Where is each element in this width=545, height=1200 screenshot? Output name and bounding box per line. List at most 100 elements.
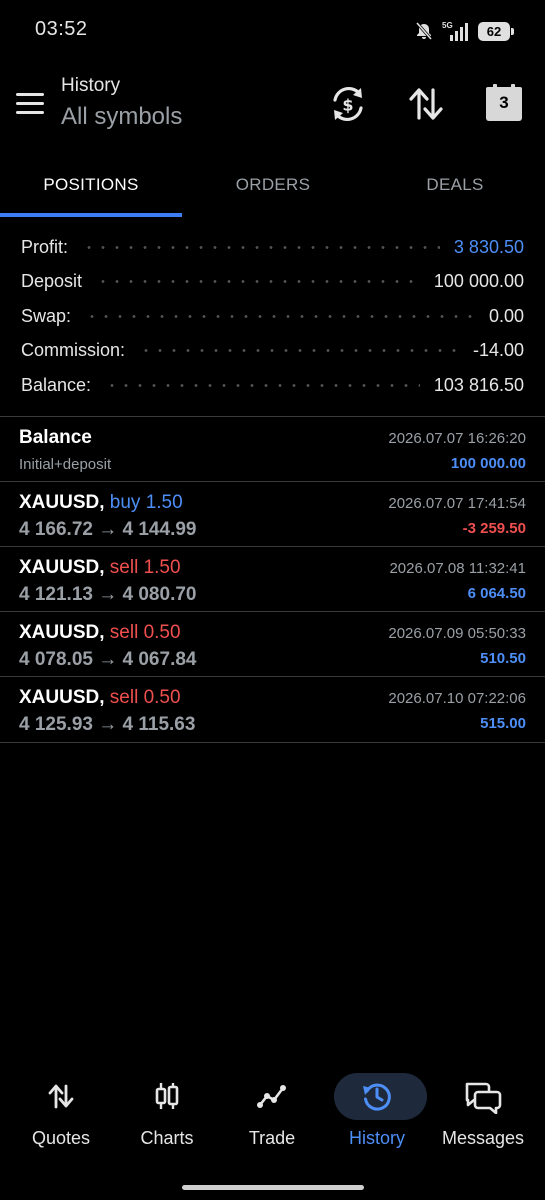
summary-swap: Swap: 0.00 xyxy=(0,299,545,334)
nav-trade[interactable]: Trade xyxy=(217,1068,327,1168)
nav-label: Charts xyxy=(140,1128,194,1148)
summary-value: 100 000.00 xyxy=(433,271,524,292)
position-side: sell 0.50 xyxy=(109,687,181,708)
menu-button[interactable] xyxy=(16,93,44,115)
balance-title: Balance xyxy=(19,427,92,448)
home-indicator[interactable] xyxy=(182,1185,364,1190)
battery-level: 62 xyxy=(486,23,502,39)
dot-leader xyxy=(82,245,440,249)
summary-profit: Profit: 3 830.50 xyxy=(0,230,545,265)
tab-orders[interactable]: ORDERS xyxy=(182,155,364,215)
summary-commission: Commission: -14.00 xyxy=(0,334,545,369)
row-title: XAUUSD, sell 0.50 xyxy=(19,687,181,709)
row-amount: 100 000.00 xyxy=(450,455,526,472)
battery-icon: 62 xyxy=(478,21,514,41)
position-side: buy 1.50 xyxy=(109,492,183,513)
summary-balance: Balance: 103 816.50 xyxy=(0,368,545,403)
row-amount: -3 259.50 xyxy=(462,520,526,537)
position-row[interactable]: XAUUSD, sell 0.50 4 078.05 → 4 067.84 20… xyxy=(0,612,545,676)
header-titles: History All symbols xyxy=(61,75,182,131)
row-date: 2026.07.07 17:41:54 xyxy=(388,495,526,512)
position-prices: 4 121.13 → 4 080.70 xyxy=(19,584,197,605)
quotes-icon xyxy=(48,1084,74,1109)
hamburger-icon xyxy=(16,93,44,96)
summary-label: Balance: xyxy=(21,374,92,395)
active-tab-indicator xyxy=(0,213,182,217)
tab-positions[interactable]: POSITIONS xyxy=(0,155,182,215)
summary-label: Commission: xyxy=(21,340,126,361)
row-amount: 6 064.50 xyxy=(467,585,526,602)
position-row[interactable]: XAUUSD, sell 0.50 4 125.93 → 4 115.63 20… xyxy=(0,677,545,741)
signal-icon: 5G xyxy=(442,21,468,41)
app-header: History All symbols $ 3 xyxy=(0,60,545,145)
dot-leader xyxy=(85,314,475,318)
tab-bar: POSITIONS ORDERS DEALS xyxy=(0,155,545,218)
summary-value: -14.00 xyxy=(472,340,524,361)
row-title: XAUUSD, sell 0.50 xyxy=(19,622,181,644)
summary-value: 0.00 xyxy=(488,305,524,326)
trade-icon xyxy=(257,1085,286,1108)
position-side: sell 1.50 xyxy=(109,557,181,578)
nav-messages[interactable]: Messages xyxy=(428,1068,538,1168)
position-prices: 4 166.72 → 4 144.99 xyxy=(19,519,197,540)
summary-value: 3 830.50 xyxy=(453,236,524,257)
nav-label: Trade xyxy=(248,1128,296,1148)
position-symbol: XAUUSD, xyxy=(19,622,105,643)
nav-label: History xyxy=(348,1128,405,1148)
summary-label: Swap: xyxy=(21,305,72,326)
row-date: 2026.07.08 11:32:41 xyxy=(389,560,526,577)
nav-quotes[interactable]: Quotes xyxy=(6,1068,116,1168)
summary-deposit: Deposit 100 000.00 xyxy=(0,265,545,300)
position-symbol: XAUUSD, xyxy=(19,492,105,513)
calendar-day: 3 xyxy=(499,93,509,112)
svg-text:$: $ xyxy=(342,96,353,115)
network-type: 5G xyxy=(442,21,453,30)
divider xyxy=(0,742,545,743)
summary-value: 103 816.50 xyxy=(433,374,524,395)
status-icons: 5G 62 xyxy=(414,19,514,43)
summary-label: Profit: xyxy=(21,236,69,257)
balance-subtitle: Initial+deposit xyxy=(19,456,112,473)
status-bar: 03:52 5G 62 xyxy=(0,0,545,60)
row-title: Balance xyxy=(19,427,92,449)
nav-label: Messages xyxy=(441,1128,525,1148)
nav-charts[interactable]: Charts xyxy=(112,1068,222,1168)
tab-deals[interactable]: DEALS xyxy=(364,155,545,215)
hamburger-line xyxy=(16,111,44,114)
mute-icon xyxy=(415,22,433,40)
history-icon xyxy=(363,1083,391,1111)
nav-history[interactable]: History xyxy=(322,1068,432,1168)
position-symbol: XAUUSD, xyxy=(19,557,105,578)
position-symbol: XAUUSD, xyxy=(19,687,105,708)
position-row[interactable]: XAUUSD, buy 1.50 4 166.72 → 4 144.99 202… xyxy=(0,482,545,546)
status-time: 03:52 xyxy=(35,18,88,40)
row-title: XAUUSD, sell 1.50 xyxy=(19,557,181,579)
summary-label: Deposit xyxy=(21,271,83,292)
charts-icon xyxy=(155,1083,179,1109)
row-amount: 510.50 xyxy=(480,650,526,667)
position-prices: 4 125.93 → 4 115.63 xyxy=(19,714,196,735)
bottom-nav: Quotes Charts Trade History Messages xyxy=(0,1068,545,1168)
currency-exchange-icon[interactable]: $ xyxy=(328,84,368,124)
row-date: 2026.07.09 05:50:33 xyxy=(388,625,526,642)
position-row[interactable]: XAUUSD, sell 1.50 4 121.13 → 4 080.70 20… xyxy=(0,547,545,611)
dot-leader xyxy=(139,349,459,353)
page-title: History xyxy=(61,75,121,96)
row-date: 2026.07.10 07:22:06 xyxy=(388,690,526,707)
sort-icon[interactable] xyxy=(406,84,446,124)
row-date: 2026.07.07 16:26:20 xyxy=(388,430,526,447)
dot-leader xyxy=(105,383,420,387)
hamburger-line xyxy=(16,102,44,105)
dot-leader xyxy=(96,280,420,284)
row-amount: 515.00 xyxy=(480,715,526,732)
messages-icon xyxy=(465,1082,502,1114)
summary-panel: Profit: 3 830.50 Deposit 100 000.00 Swap… xyxy=(0,230,545,403)
row-title: XAUUSD, buy 1.50 xyxy=(19,492,183,514)
calendar-button[interactable]: 3 xyxy=(486,84,522,122)
symbol-filter[interactable]: All symbols xyxy=(61,103,182,131)
screen: 03:52 5G 62 History All symbols $ 3 POSI… xyxy=(0,0,545,1200)
position-prices: 4 078.05 → 4 067.84 xyxy=(19,649,197,670)
position-side: sell 0.50 xyxy=(109,622,181,643)
nav-label: Quotes xyxy=(31,1128,91,1148)
balance-entry[interactable]: Balance Initial+deposit 2026.07.07 16:26… xyxy=(0,417,545,481)
